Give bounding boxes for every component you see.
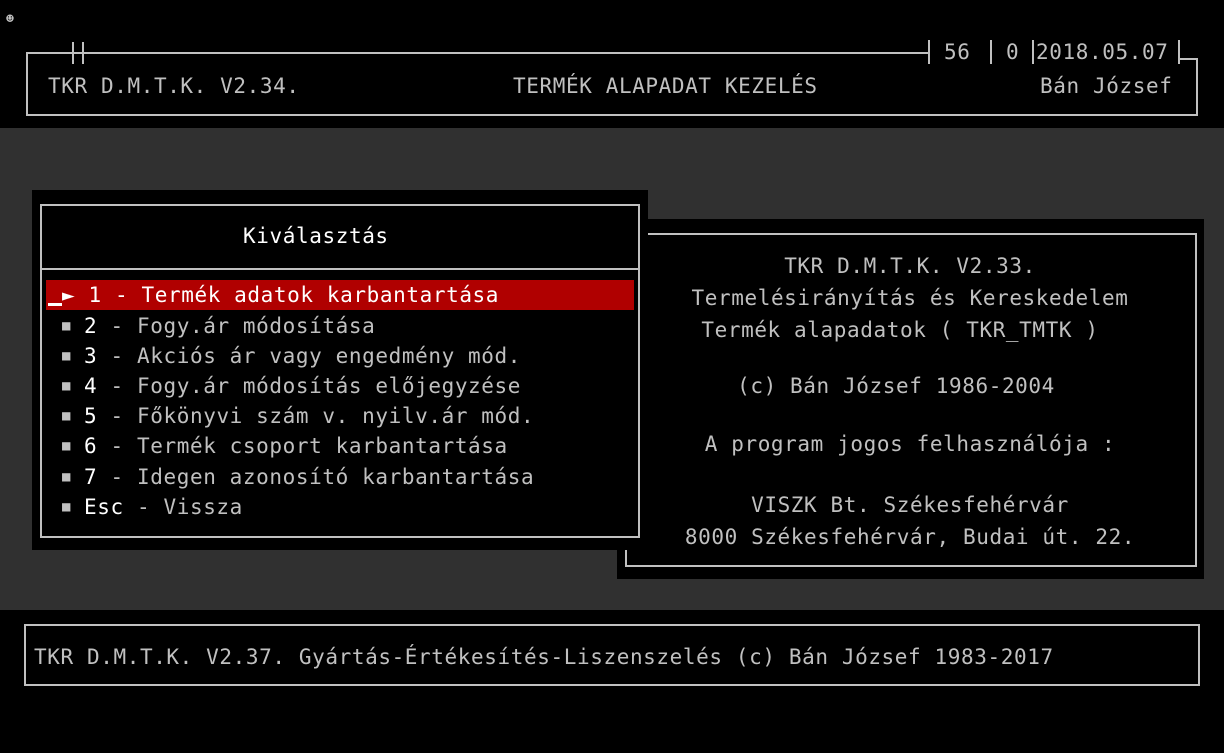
info-line: 8000 Székesfehérvár, Budai út. 22. — [684, 525, 1136, 549]
footer-text: TKR D.M.T.K. V2.37. Gyártás-Értékesítés-… — [34, 645, 1054, 669]
bullet-icon: ■ — [62, 348, 72, 364]
menu-item-esc[interactable]: ■ Esc - Vissza — [62, 492, 642, 522]
menu-item-4[interactable]: ■ 4 - Fogy.ár módosítás előjegyzése — [62, 371, 642, 401]
header-frame-left — [26, 52, 28, 116]
bullet-icon: ■ — [62, 378, 72, 394]
header-frame-top-left — [26, 52, 928, 54]
menu-title: Kiválasztás — [243, 224, 389, 248]
bullet-icon: ■ — [62, 469, 72, 485]
header-frame-bottom — [26, 114, 1198, 116]
menu-item-3[interactable]: ■ 3 - Akciós ár vagy engedmény mód. — [62, 341, 642, 371]
screen-title: TERMÉK ALAPADAT KEZELÉS — [513, 74, 818, 98]
header-bar: ☻ 56 0 2018.05.07 TKR D.M.T.K. V2.34. TE… — [0, 0, 1224, 128]
header-sep — [1178, 40, 1180, 64]
menu-item-7[interactable]: ■ 7 - Idegen azonosító karbantartása — [62, 462, 642, 492]
bullet-icon: ■ — [62, 318, 72, 334]
app-name: TKR D.M.T.K. V2.34. — [48, 74, 300, 98]
header-sep — [928, 40, 930, 64]
info-line: Termelésirányítás és Kereskedelem — [691, 286, 1129, 310]
header-frame-right-top — [1178, 58, 1198, 60]
menu-item-2[interactable]: ■ 2 - Fogy.ár módosítása — [62, 311, 642, 341]
smiley-icon: ☻ — [6, 12, 15, 27]
info-line: Termék alapadatok ( TKR_TMTK ) — [701, 318, 1099, 342]
bullet-icon: ■ — [62, 438, 72, 454]
bullet-icon: ■ — [62, 408, 72, 424]
menu-title-divider — [40, 268, 640, 270]
user-name: Bán József — [1040, 74, 1173, 98]
menu-item-6[interactable]: ■ 6 - Termék csoport karbantartása — [62, 431, 642, 461]
header-sep — [1032, 40, 1034, 64]
header-tick — [82, 42, 84, 64]
info-line: (c) Bán József 1986-2004 — [737, 374, 1055, 398]
header-sep — [990, 40, 992, 64]
text-cursor — [48, 303, 62, 306]
footer-bar — [0, 610, 1224, 753]
menu-item-5[interactable]: ■ 5 - Főkönyvi szám v. nyilv.ár mód. — [62, 401, 642, 431]
selected-arrow-icon: ► — [62, 283, 76, 307]
status-num-1: 56 — [944, 40, 971, 64]
header-frame-right — [1196, 58, 1198, 116]
info-line: VISZK Bt. Székesfehérvár — [751, 493, 1069, 517]
info-line: TKR D.M.T.K. V2.33. — [784, 254, 1036, 278]
info-line: A program jogos felhasználója : — [704, 432, 1116, 456]
header-date: 2018.05.07 — [1036, 40, 1169, 64]
bullet-icon: ■ — [62, 499, 72, 515]
header-tick — [72, 42, 74, 64]
menu-item-1[interactable]: ► 1 - Termék adatok karbantartása — [46, 280, 634, 310]
status-num-2: 0 — [1006, 40, 1020, 64]
